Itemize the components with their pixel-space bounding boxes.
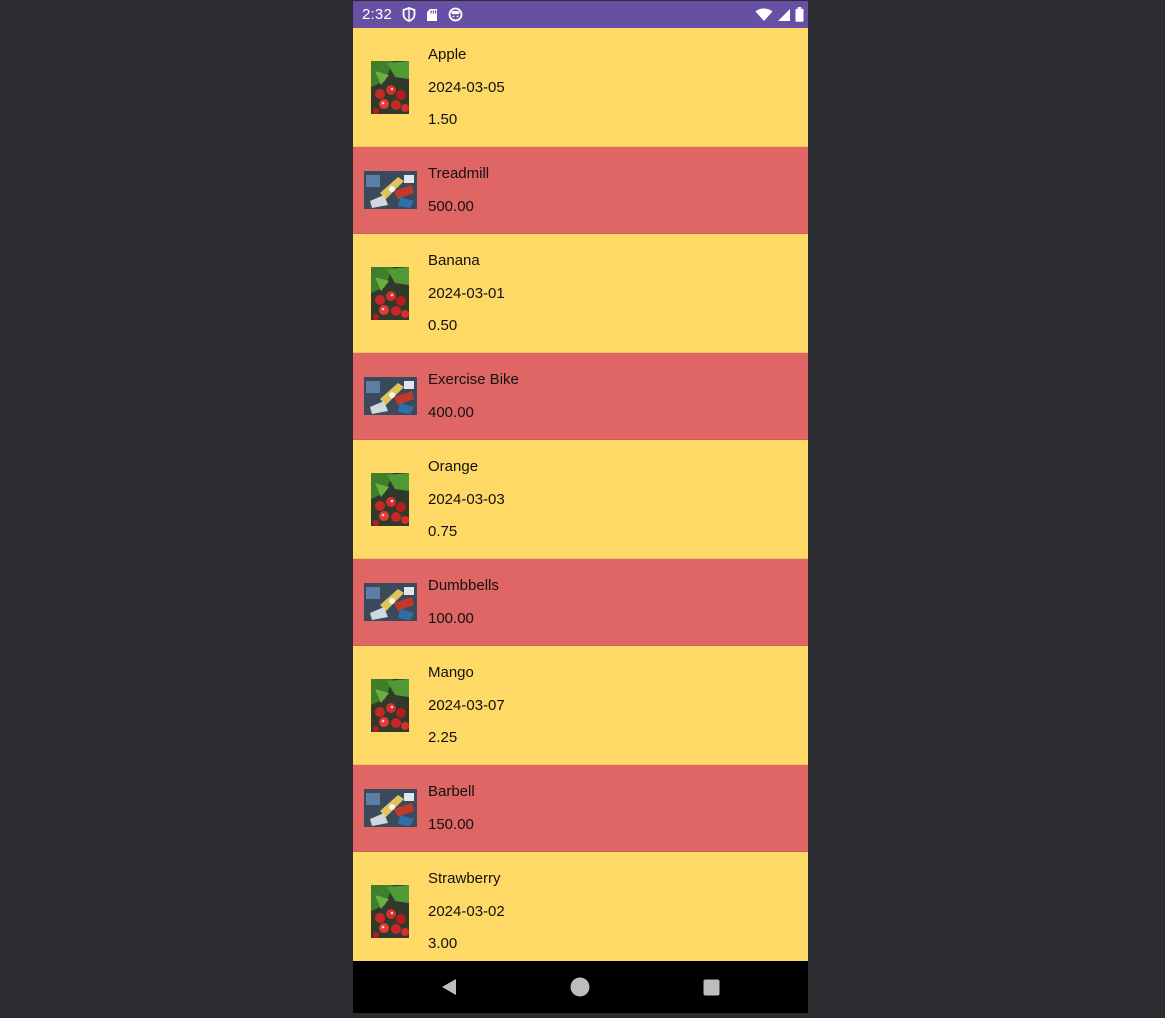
status-left-icons xyxy=(402,7,473,22)
item-price: 3.00 xyxy=(428,935,458,952)
item-date: 2024-03-03 xyxy=(428,490,505,508)
home-icon[interactable] xyxy=(570,977,590,1002)
item-name: Orange xyxy=(428,458,479,475)
item-price: 0.50 xyxy=(428,317,458,334)
fruit-list-item[interactable]: Apple 2024-03-05 1.50 xyxy=(353,28,808,147)
item-name: Dumbbells xyxy=(428,577,499,594)
sd-card-icon xyxy=(426,8,438,22)
item-price: 2.25 xyxy=(428,729,458,746)
item-details: Banana 2024-03-01 0.50 xyxy=(428,251,505,349)
item-date: 2024-03-07 xyxy=(428,696,505,714)
item-name: Mango xyxy=(428,664,474,681)
fruit-list-item[interactable]: Strawberry 2024-03-02 3.00 xyxy=(353,852,808,961)
item-name: Apple xyxy=(428,46,467,63)
fruit-thumbnail xyxy=(371,473,409,526)
signal-icon xyxy=(777,8,791,22)
fruit-thumbnail xyxy=(371,679,409,732)
item-price: 1.50 xyxy=(428,111,458,128)
item-price: 100.00 xyxy=(428,609,474,627)
item-details: Barbell 150.00 xyxy=(428,782,475,847)
status-bar: 2:32 xyxy=(353,1,808,28)
item-price: 500.00 xyxy=(428,197,474,215)
item-details: Treadmill 500.00 xyxy=(428,164,489,229)
equipment-list-item[interactable]: Barbell 150.00 xyxy=(353,765,808,852)
item-details: Orange 2024-03-03 0.75 xyxy=(428,457,505,555)
equipment-list-item[interactable]: Treadmill 500.00 xyxy=(353,147,808,234)
item-name: Exercise Bike xyxy=(428,371,519,388)
item-price: 0.75 xyxy=(428,523,458,540)
notification-face-icon xyxy=(448,7,463,22)
item-name: Strawberry xyxy=(428,870,501,887)
item-date: 2024-03-02 xyxy=(428,902,505,920)
item-name: Barbell xyxy=(428,783,475,800)
wifi-icon xyxy=(755,8,773,22)
navigation-bar xyxy=(353,961,808,1013)
equipment-thumbnail xyxy=(364,171,417,209)
item-name: Banana xyxy=(428,252,480,269)
equipment-list-item[interactable]: Exercise Bike 400.00 xyxy=(353,353,808,440)
equipment-thumbnail xyxy=(364,377,417,415)
fruit-thumbnail xyxy=(371,885,409,938)
status-right-icons xyxy=(755,1,808,28)
item-date: 2024-03-05 xyxy=(428,78,505,96)
equipment-thumbnail xyxy=(364,789,417,827)
fruit-list-item[interactable]: Mango 2024-03-07 2.25 xyxy=(353,646,808,765)
battery-icon xyxy=(795,7,804,22)
item-list[interactable]: Apple 2024-03-05 1.50 Treadmill 500.00 Banana… xyxy=(353,28,808,961)
item-price: 400.00 xyxy=(428,403,474,421)
item-details: Dumbbells 100.00 xyxy=(428,576,499,641)
fruit-list-item[interactable]: Banana 2024-03-01 0.50 xyxy=(353,234,808,353)
shield-icon xyxy=(402,7,416,22)
item-date: 2024-03-01 xyxy=(428,284,505,302)
item-name: Treadmill xyxy=(428,165,490,182)
phone-screen: 2:32 Apple 2024-03-05 1.50 Treadmill 500… xyxy=(353,1,808,1013)
status-time: 2:32 xyxy=(362,6,392,23)
back-icon[interactable] xyxy=(439,977,459,1002)
item-price: 150.00 xyxy=(428,815,474,833)
item-details: Exercise Bike 400.00 xyxy=(428,370,519,435)
item-details: Apple 2024-03-05 1.50 xyxy=(428,45,505,143)
fruit-thumbnail xyxy=(371,267,409,320)
equipment-list-item[interactable]: Dumbbells 100.00 xyxy=(353,559,808,646)
recents-icon[interactable] xyxy=(703,979,720,1001)
equipment-thumbnail xyxy=(364,583,417,621)
fruit-list-item[interactable]: Orange 2024-03-03 0.75 xyxy=(353,440,808,559)
item-details: Strawberry 2024-03-02 3.00 xyxy=(428,869,505,961)
item-details: Mango 2024-03-07 2.25 xyxy=(428,663,505,761)
fruit-thumbnail xyxy=(371,61,409,114)
